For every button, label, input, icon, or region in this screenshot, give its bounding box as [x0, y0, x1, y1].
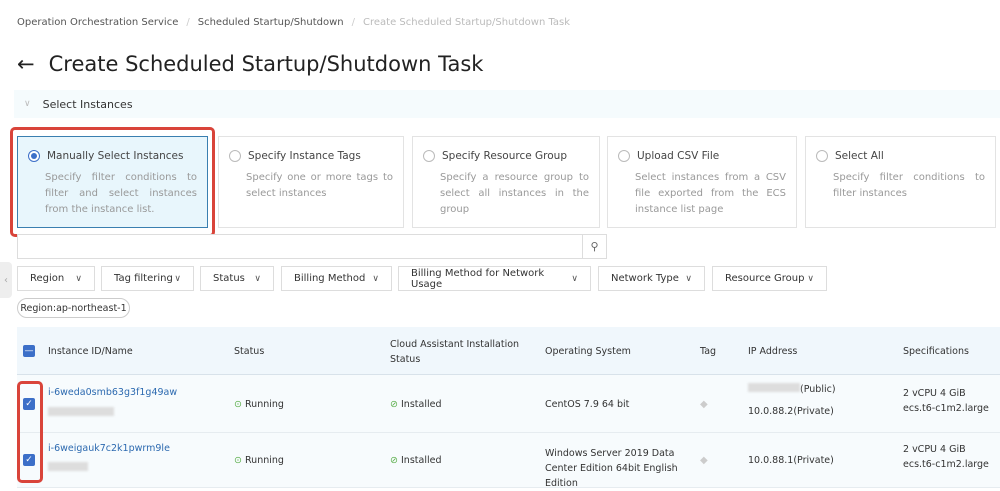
redacted-ip [748, 383, 800, 392]
option-label: Specify Instance Tags [248, 150, 361, 162]
radio-icon[interactable] [816, 150, 828, 162]
chevron-down-icon: ∨ [372, 273, 379, 284]
option-label: Upload CSV File [637, 150, 720, 162]
filter-billing[interactable]: Billing Method ∨ [281, 266, 392, 291]
breadcrumb-item[interactable]: Scheduled Startup/Shutdown [198, 17, 344, 28]
check-circle-icon: ⊘ [390, 399, 398, 410]
option-tags[interactable]: Specify Instance Tags Specify one or mor… [218, 136, 404, 228]
option-resource-group[interactable]: Specify Resource Group Specify a resourc… [412, 136, 600, 228]
chevron-down-icon: ∨ [75, 273, 82, 284]
chevron-down-icon: ∨ [24, 99, 31, 109]
page-header: ← Create Scheduled Startup/Shutdown Task [17, 52, 483, 76]
page-title: Create Scheduled Startup/Shutdown Task [48, 52, 484, 76]
breadcrumb-item[interactable]: Operation Orchestration Service [17, 17, 178, 28]
radio-icon[interactable] [423, 150, 435, 162]
option-select-all[interactable]: Select All Specify filter conditions to … [805, 136, 996, 228]
select-all-checkbox[interactable]: — [23, 345, 35, 357]
active-filter-tag[interactable]: Region:ap-northeast-1 [17, 298, 130, 318]
instance-id-link[interactable]: i-6weda0smb63g3f1g49aw [48, 385, 177, 400]
filter-network-billing[interactable]: Billing Method for Network Usage ∨ [398, 266, 591, 291]
chevron-down-icon: ∨ [807, 273, 814, 284]
option-csv[interactable]: Upload CSV File Select instances from a … [607, 136, 797, 228]
option-desc: Specify a resource group to select all i… [440, 172, 589, 215]
chevron-down-icon: ∨ [174, 273, 181, 284]
filter-region[interactable]: Region ∨ [17, 266, 95, 291]
highlight-box [10, 127, 215, 237]
option-label: Specify Resource Group [442, 150, 568, 162]
collapse-sidebar-button[interactable]: ‹ [0, 262, 12, 298]
filter-network-type[interactable]: Network Type ∨ [598, 266, 705, 291]
filter-status[interactable]: Status ∨ [200, 266, 274, 291]
chevron-down-icon: ∨ [254, 273, 261, 284]
section-header[interactable]: ∨ Select Instances [14, 90, 1000, 118]
option-desc: Specify filter conditions to filter inst… [833, 172, 985, 199]
filter-tag[interactable]: Tag filtering ∨ [101, 266, 194, 291]
instance-id-link[interactable]: i-6weigauk7c2k1pwrm9le [48, 441, 170, 456]
running-icon: ⊙ [234, 455, 242, 466]
redacted-name [48, 407, 114, 416]
highlight-box [17, 381, 43, 483]
breadcrumb-current: Create Scheduled Startup/Shutdown Task [363, 17, 571, 28]
tag-icon[interactable]: ◆ [700, 453, 708, 468]
running-icon: ⊙ [234, 399, 242, 410]
breadcrumb: Operation Orchestration Service / Schedul… [17, 17, 571, 28]
table-row[interactable]: ✓ i-6weigauk7c2k1pwrm9le ⊙ Running ⊘ Ins… [17, 433, 1000, 489]
chevron-down-icon: ∨ [685, 273, 692, 284]
chevron-down-icon: ∨ [571, 273, 578, 284]
redacted-name [48, 462, 88, 471]
radio-icon[interactable] [618, 150, 630, 162]
option-desc: Specify one or more tags to select insta… [246, 172, 393, 199]
table-row[interactable]: ✓ i-6weda0smb63g3f1g49aw ⊙ Running ⊘ Ins… [17, 375, 1000, 433]
search-input[interactable]: ⚲ [17, 234, 607, 259]
radio-icon[interactable] [229, 150, 241, 162]
table-header: — Instance ID/Name Status Cloud Assistan… [17, 327, 1000, 375]
back-arrow-icon[interactable]: ← [17, 52, 35, 76]
tag-icon[interactable]: ◆ [700, 397, 708, 412]
section-title: Select Instances [42, 97, 133, 111]
search-icon[interactable]: ⚲ [582, 235, 606, 258]
option-label: Select All [835, 150, 884, 162]
option-desc: Select instances from a CSV file exporte… [635, 172, 786, 215]
filter-resource-group[interactable]: Resource Group ∨ [712, 266, 827, 291]
check-circle-icon: ⊘ [390, 455, 398, 466]
